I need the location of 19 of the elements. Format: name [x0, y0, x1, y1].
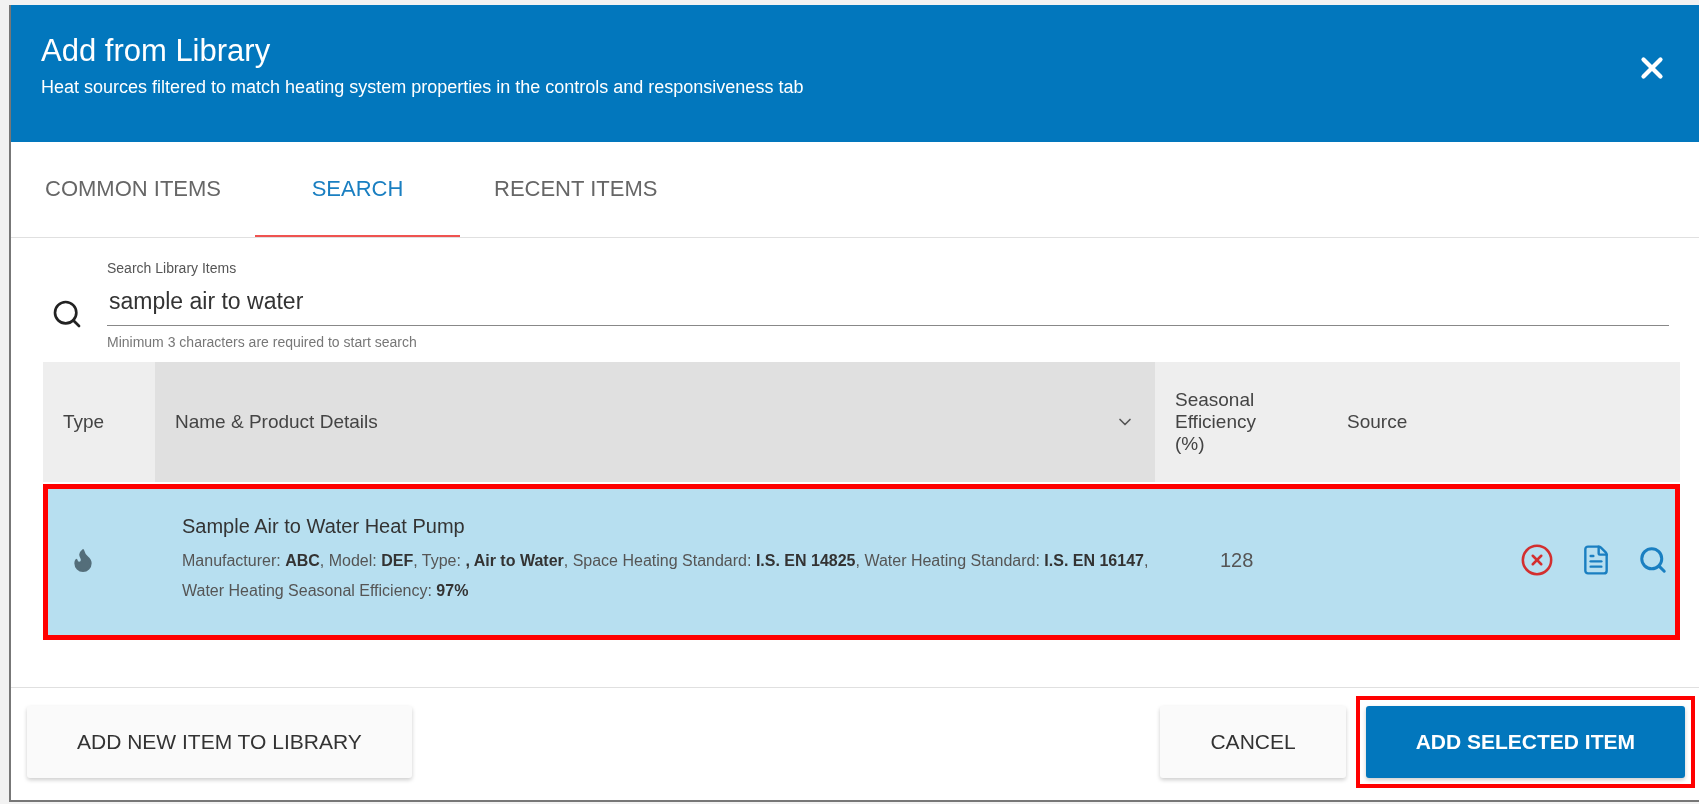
item-name: Sample Air to Water Heat Pump	[182, 514, 466, 538]
action-button[interactable]: CANCEL	[1160, 706, 1346, 778]
item-details: Manufacturer: ABC, Model: DEF, Type: , Air to Water, Space Heating Standard: I.S. EN 14825, Water Heating Standard: I.S. EN 16147, Water Heating Seasonal Efficiency: 97%	[182, 550, 1150, 601]
dialog-title: Add from Library	[41, 33, 272, 69]
tab[interactable]: SEARCH	[255, 142, 460, 237]
column-header[interactable]: Source	[1327, 362, 1680, 482]
search-field[interactable]: sample air to water	[107, 284, 1669, 326]
field-label: Search Library Items	[107, 260, 238, 276]
action-button[interactable]: ADD NEW ITEM TO LIBRARY	[27, 706, 412, 778]
action-button[interactable]: ADD SELECTED ITEM	[1365, 706, 1685, 778]
search-icon	[51, 298, 83, 330]
efficiency-value: 128	[1220, 548, 1254, 572]
column-header[interactable]: Name & Product Details	[155, 362, 1155, 482]
tab[interactable]: COMMON ITEMS	[11, 142, 255, 237]
dialog-subtitle: Heat sources filtered to match heating system properties in the controls and responsiveness tab	[41, 77, 805, 98]
column-header[interactable]: Type	[43, 362, 155, 482]
tab[interactable]: RECENT ITEMS	[460, 142, 692, 237]
column-header[interactable]: Seasonal Efficiency (%)	[1155, 362, 1327, 482]
field-hint: Minimum 3 characters are required to start search	[107, 334, 418, 350]
